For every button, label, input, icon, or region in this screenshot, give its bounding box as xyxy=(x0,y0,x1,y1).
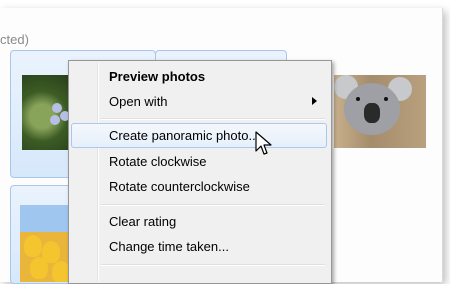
menu-item-label: Preview photos xyxy=(109,69,206,84)
flower-thumbnail-icon[interactable] xyxy=(22,75,72,150)
menu-separator xyxy=(101,264,325,266)
menu-item-rotate-clockwise[interactable]: Rotate clockwise xyxy=(71,149,327,174)
menu-item-label: Rotate counterclockwise xyxy=(109,179,250,194)
menu-item-label: Clear rating xyxy=(109,214,177,229)
menu-item-label: Rotate clockwise xyxy=(109,154,207,169)
flower-petal xyxy=(50,115,60,125)
menu-item-create-panoramic-photo[interactable]: Create panoramic photo... xyxy=(71,123,327,148)
tulip-bloom xyxy=(24,235,42,257)
menu-item-open-with[interactable]: Open with xyxy=(71,89,327,114)
menu-separator xyxy=(101,204,325,206)
koala-thumbnail-icon[interactable] xyxy=(334,75,426,148)
menu-item-label: Create panoramic photo... xyxy=(109,128,260,143)
tulips-thumbnail-icon[interactable] xyxy=(20,205,70,282)
menu-item-label: Open with xyxy=(109,94,168,109)
submenu-arrow-icon xyxy=(312,97,317,105)
koala-eye xyxy=(356,97,360,101)
group-header-text: cted) xyxy=(0,32,29,47)
koala-nose xyxy=(364,103,380,123)
tulip-bloom xyxy=(30,257,48,279)
menu-item-rotate-counterclockwise[interactable]: Rotate counterclockwise xyxy=(71,174,327,199)
menu-item-change-time-taken[interactable]: Change time taken... xyxy=(71,234,327,259)
menu-item-preview-photos[interactable]: Preview photos xyxy=(71,64,327,89)
menu-item-clear-rating[interactable]: Clear rating xyxy=(71,209,327,234)
context-menu: Preview photos Open with Create panorami… xyxy=(68,60,332,284)
menu-separator xyxy=(101,118,325,120)
mouse-cursor-icon xyxy=(255,131,272,155)
koala-eye xyxy=(384,97,388,101)
menu-item-label: Change time taken... xyxy=(109,239,229,254)
